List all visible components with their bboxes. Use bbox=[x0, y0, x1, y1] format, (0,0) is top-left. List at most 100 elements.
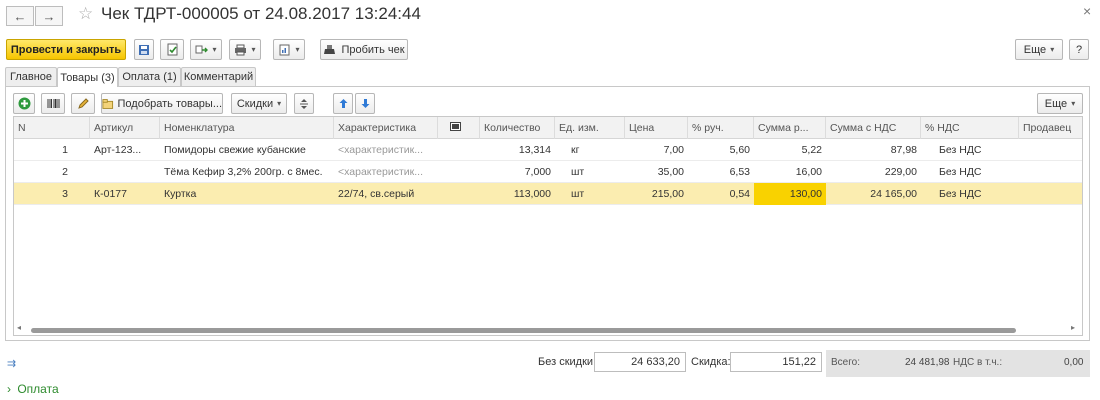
arrow-right-icon: → bbox=[42, 8, 56, 24]
totals-bar: Всего: 24 481,98 НДС в т.ч.: 0,00 bbox=[826, 350, 1090, 377]
cash-register-icon bbox=[324, 44, 336, 54]
col-manual-sum[interactable]: Сумма р... bbox=[754, 117, 826, 139]
row-sum-vat: 229,00 bbox=[884, 166, 917, 178]
col-vat-rate[interactable]: % НДС bbox=[921, 117, 1019, 139]
create-based-on-button[interactable] bbox=[190, 39, 222, 60]
row-vat-rate: Без НДС bbox=[939, 166, 982, 178]
tab-comment[interactable]: Комментарий bbox=[181, 67, 256, 86]
payment-section-label: Оплата bbox=[17, 382, 59, 396]
move-up-button[interactable] bbox=[333, 93, 353, 114]
row-manual-pct: 0,54 bbox=[729, 188, 750, 200]
scroll-right-icon[interactable]: ▸ bbox=[1071, 323, 1075, 332]
reports-icon bbox=[279, 44, 290, 55]
tab-goods[interactable]: Товары (3) bbox=[57, 67, 118, 87]
table-more-button[interactable]: Еще bbox=[1037, 93, 1083, 114]
row-unit: кг bbox=[571, 144, 580, 156]
table-row-selected[interactable]: 3 К-0177 Куртка 22/74, св.серый 113,000 … bbox=[14, 183, 1082, 205]
row-unit: шт bbox=[571, 166, 585, 178]
forward-button[interactable]: → bbox=[35, 6, 63, 26]
row-vat-rate: Без НДС bbox=[939, 144, 982, 156]
table-row[interactable]: 1 Арт-123... Помидоры свежие кубанские <… bbox=[14, 139, 1082, 161]
col-manual-pct[interactable]: % руч. bbox=[688, 117, 754, 139]
row-manual-pct: 5,60 bbox=[729, 144, 750, 156]
row-characteristic: <характеристик... bbox=[338, 144, 423, 156]
post-document-button[interactable] bbox=[160, 39, 184, 60]
row-name: Помидоры свежие кубанские bbox=[164, 144, 306, 156]
table-row[interactable]: 2 Тёма Кефир 3,2% 200гр. с 8мес. <характ… bbox=[14, 161, 1082, 183]
barcode-button[interactable] bbox=[41, 93, 65, 114]
arrow-left-icon: ← bbox=[13, 8, 27, 24]
add-row-button[interactable] bbox=[13, 93, 35, 114]
print-button[interactable] bbox=[229, 39, 261, 60]
col-qty[interactable]: Количество bbox=[480, 117, 555, 139]
col-characteristic[interactable]: Характеристика bbox=[334, 117, 438, 139]
create-based-icon bbox=[195, 45, 209, 53]
tab-main[interactable]: Главное bbox=[5, 67, 57, 86]
close-icon[interactable]: × bbox=[1083, 3, 1091, 19]
discount-label: Скидка: bbox=[691, 356, 731, 368]
total-label: Всего: bbox=[831, 357, 860, 368]
row-manual-sum-active[interactable]: 130,00 bbox=[754, 183, 826, 205]
col-name[interactable]: Номенклатура bbox=[160, 117, 334, 139]
post-and-close-button[interactable]: Провести и закрыть bbox=[6, 39, 126, 60]
discount-field[interactable]: 151,22 bbox=[730, 352, 822, 372]
add-icon bbox=[18, 97, 30, 110]
expand-rows-button[interactable] bbox=[294, 93, 314, 114]
print-check-button[interactable]: Пробить чек bbox=[320, 39, 408, 60]
post-document-icon bbox=[167, 43, 177, 56]
row-characteristic: <характеристик... bbox=[338, 166, 423, 178]
col-image[interactable] bbox=[438, 117, 480, 139]
row-qty: 13,314 bbox=[518, 144, 551, 156]
back-button[interactable]: ← bbox=[6, 6, 34, 26]
scrollbar-thumb[interactable] bbox=[31, 328, 1016, 333]
row-unit: шт bbox=[571, 188, 585, 200]
pick-goods-label: Подобрать товары... bbox=[117, 97, 223, 110]
col-sum-vat[interactable]: Сумма с НДС bbox=[826, 117, 921, 139]
edit-button[interactable] bbox=[71, 93, 95, 114]
no-discount-field[interactable]: 24 633,20 bbox=[594, 352, 686, 372]
save-icon bbox=[139, 44, 149, 55]
scroll-left-icon[interactable]: ◂ bbox=[17, 323, 21, 332]
row-n: 3 bbox=[62, 188, 68, 200]
col-price[interactable]: Цена bbox=[625, 117, 688, 139]
row-manual-sum: 5,22 bbox=[801, 144, 822, 156]
no-discount-label: Без скидки: bbox=[538, 356, 597, 368]
reports-button[interactable] bbox=[273, 39, 305, 60]
col-unit[interactable]: Ед. изм. bbox=[555, 117, 625, 139]
row-qty: 113,000 bbox=[513, 188, 551, 200]
col-article[interactable]: Артикул bbox=[90, 117, 160, 139]
row-name: Тёма Кефир 3,2% 200гр. с 8мес. bbox=[164, 166, 323, 178]
tab-payment[interactable]: Оплата (1) bbox=[118, 67, 181, 86]
table-header: N Артикул Номенклатура Характеристика Ко… bbox=[14, 117, 1082, 139]
payment-section-toggle[interactable]: › Оплата bbox=[7, 382, 59, 396]
expand-icon bbox=[300, 98, 308, 109]
save-button[interactable] bbox=[134, 39, 154, 60]
row-n: 1 bbox=[62, 144, 68, 156]
col-n[interactable]: N bbox=[14, 117, 90, 139]
row-name: Куртка bbox=[164, 188, 197, 200]
arrow-down-icon bbox=[361, 99, 369, 108]
discounts-label: Скидки bbox=[236, 97, 274, 110]
row-characteristic: 22/74, св.серый bbox=[338, 188, 415, 200]
window-title: Чек ТДРТ-000005 от 24.08.2017 13:24:44 bbox=[101, 4, 421, 23]
discounts-button[interactable]: Скидки bbox=[231, 93, 287, 114]
row-n: 2 bbox=[62, 166, 68, 178]
row-manual-sum: 16,00 bbox=[795, 166, 822, 178]
pencil-icon bbox=[77, 98, 89, 109]
row-sum-vat: 87,98 bbox=[890, 144, 917, 156]
arrow-up-icon bbox=[339, 99, 347, 108]
row-price: 7,00 bbox=[663, 144, 684, 156]
help-button[interactable]: ? bbox=[1069, 39, 1089, 60]
image-icon bbox=[450, 122, 461, 131]
more-button[interactable]: Еще bbox=[1015, 39, 1063, 60]
pick-goods-button[interactable]: Подобрать товары... bbox=[101, 93, 223, 114]
row-qty: 7,000 bbox=[524, 166, 551, 178]
favorite-star-icon[interactable]: ☆ bbox=[78, 4, 93, 24]
move-down-button[interactable] bbox=[355, 93, 375, 114]
col-seller[interactable]: Продавец bbox=[1019, 117, 1082, 139]
vat-total-label: НДС в т.ч.: bbox=[953, 357, 1003, 368]
vat-total-value: 0,00 bbox=[1064, 357, 1084, 368]
barcode-icon bbox=[47, 99, 59, 108]
document-icon[interactable]: ⇉ bbox=[7, 357, 16, 370]
horizontal-scrollbar[interactable]: ◂ ▸ bbox=[13, 323, 1083, 336]
